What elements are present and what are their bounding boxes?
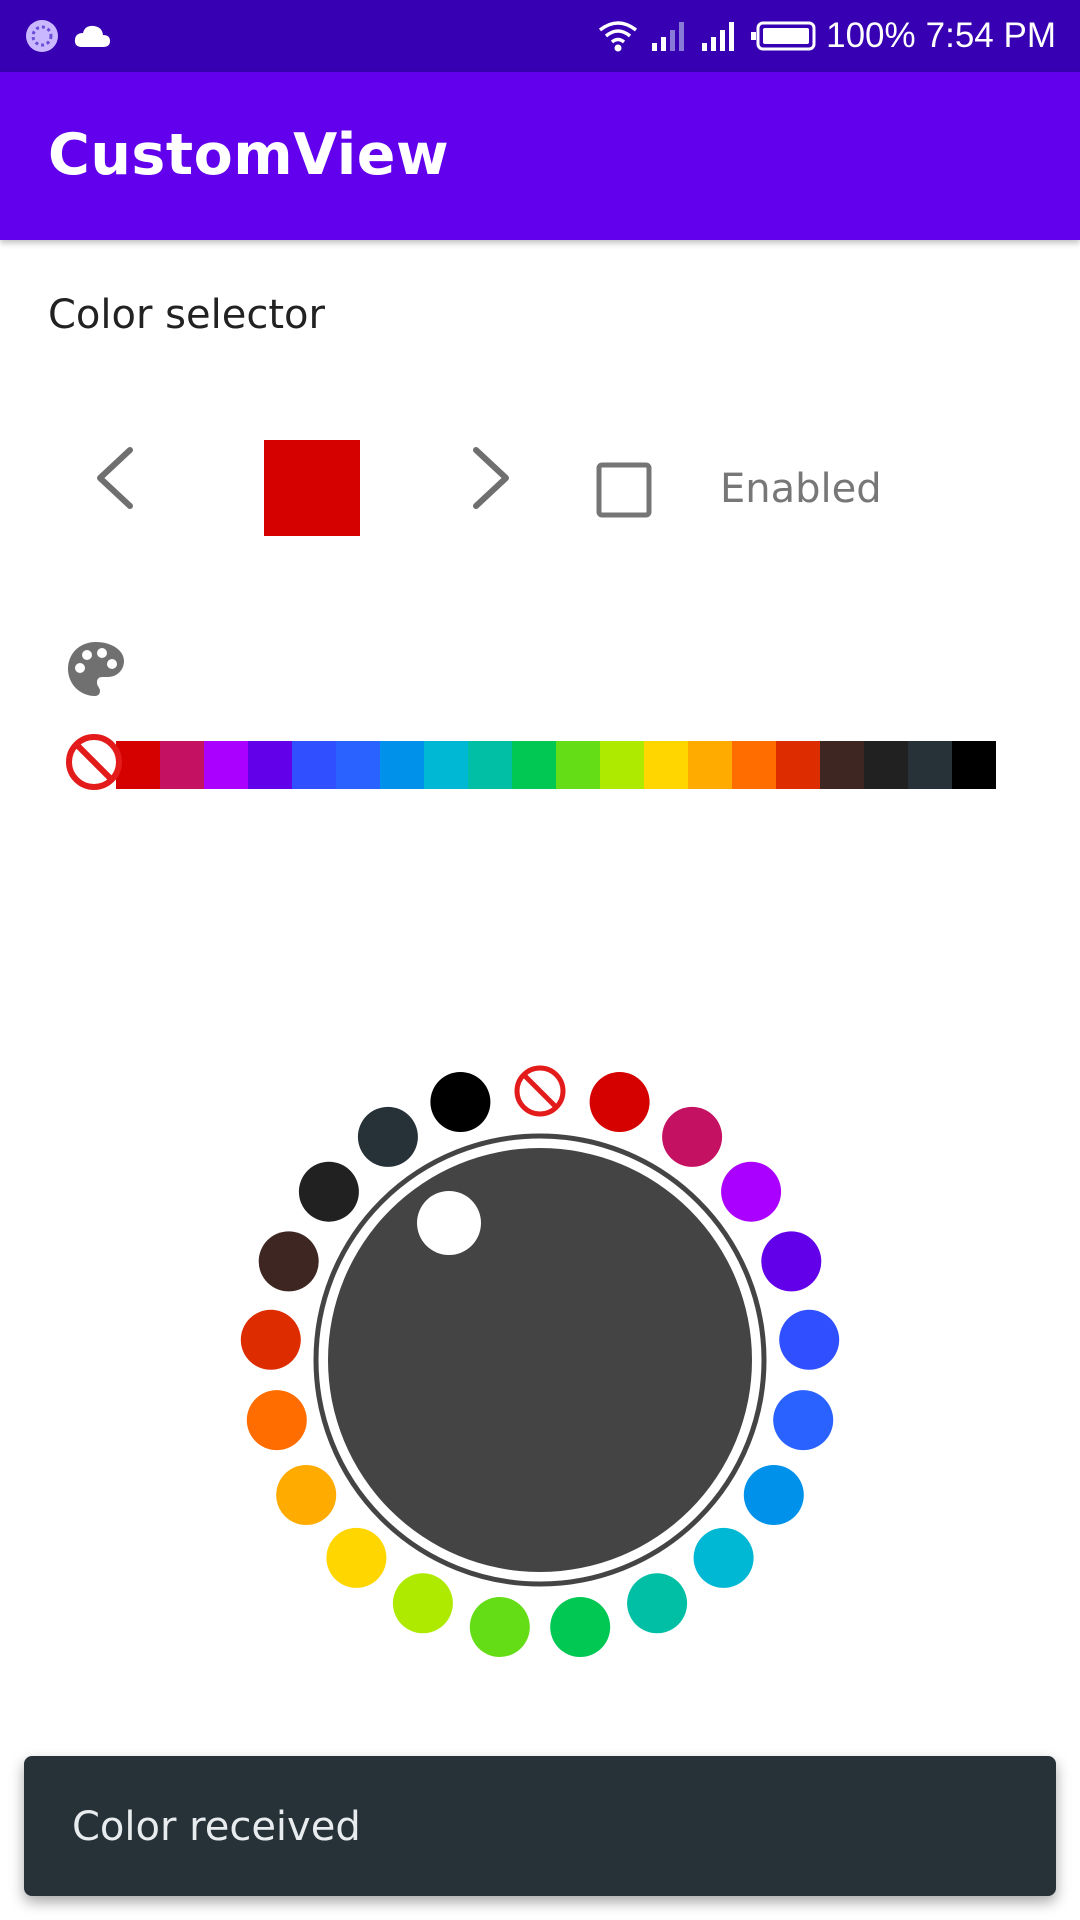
dial-indicator (417, 1191, 481, 1255)
color-swatch[interactable] (248, 741, 292, 789)
color-swatch[interactable] (952, 741, 996, 789)
section-label: Color selector (48, 292, 325, 338)
wheel-color-dot[interactable] (326, 1527, 387, 1588)
app-title: CustomView (48, 122, 450, 188)
wheel-color-dot[interactable] (662, 1106, 723, 1167)
status-bar: 100% 7:54 PM (0, 0, 1080, 72)
wheel-color-dot[interactable] (743, 1465, 804, 1525)
cell-signal-icon (652, 22, 685, 51)
color-swatch[interactable] (468, 741, 512, 789)
previous-color-button[interactable] (78, 440, 154, 516)
color-swatch[interactable] (908, 741, 952, 789)
wheel-color-dot[interactable] (773, 1390, 834, 1451)
snackbar: Color received (24, 1756, 1056, 1896)
palette-icon (68, 642, 124, 696)
color-swatch[interactable] (380, 741, 424, 789)
chevron-left-icon (97, 447, 133, 509)
wheel-color-dot[interactable] (589, 1072, 650, 1132)
enabled-label: Enabled (720, 466, 882, 512)
app-bar: CustomView (0, 72, 1080, 240)
wheel-color-dot[interactable] (357, 1106, 418, 1167)
wheel-color-dot[interactable] (779, 1309, 840, 1370)
color-swatch[interactable] (820, 741, 864, 789)
dial-knob[interactable] (328, 1148, 752, 1572)
clock: 7:54 PM (925, 16, 1056, 55)
chevron-right-icon (473, 447, 509, 509)
color-swatch[interactable] (600, 741, 644, 789)
wheel-color-dot[interactable] (550, 1597, 611, 1657)
no-color-icon[interactable] (64, 732, 124, 792)
wheel-color-dot[interactable] (298, 1161, 359, 1222)
color-swatch[interactable] (204, 741, 248, 789)
wheel-color-dot[interactable] (721, 1161, 782, 1222)
selected-color-preview (264, 440, 360, 536)
cell-signal-icon (702, 22, 735, 51)
wheel-color-dot[interactable] (392, 1573, 453, 1634)
color-swatch[interactable] (160, 741, 204, 789)
wheel-color-dot[interactable] (430, 1072, 491, 1132)
snackbar-message: Color received (72, 1804, 361, 1850)
color-swatch[interactable] (644, 741, 688, 789)
color-wheel (240, 1065, 840, 1657)
color-swatch[interactable] (688, 741, 732, 789)
enabled-checkbox[interactable] (596, 462, 652, 518)
color-swatch[interactable] (336, 741, 380, 789)
wheel-color-dot[interactable] (469, 1597, 530, 1657)
color-swatch[interactable] (776, 741, 820, 789)
wheel-color-dot[interactable] (693, 1527, 754, 1588)
color-swatch[interactable] (864, 741, 908, 789)
color-swatch[interactable] (512, 741, 556, 789)
no-color-icon[interactable] (514, 1065, 566, 1117)
app-notification-icon (26, 20, 58, 52)
wheel-color-dot[interactable] (276, 1465, 337, 1525)
color-swatch[interactable] (732, 741, 776, 789)
color-swatch[interactable] (424, 741, 468, 789)
next-color-button[interactable] (452, 440, 528, 516)
color-strip (64, 732, 1004, 792)
wheel-color-dot[interactable] (240, 1309, 301, 1370)
wheel-color-dot[interactable] (761, 1231, 822, 1292)
battery-icon (751, 21, 816, 51)
color-swatch[interactable] (556, 741, 600, 789)
wheel-color-dot[interactable] (246, 1390, 307, 1451)
battery-percent: 100% (826, 16, 916, 55)
wifi-icon (599, 21, 638, 52)
wheel-color-dot[interactable] (258, 1231, 319, 1292)
cloud-icon (74, 25, 110, 47)
wheel-color-dot[interactable] (627, 1573, 688, 1634)
color-swatch[interactable] (292, 741, 336, 789)
